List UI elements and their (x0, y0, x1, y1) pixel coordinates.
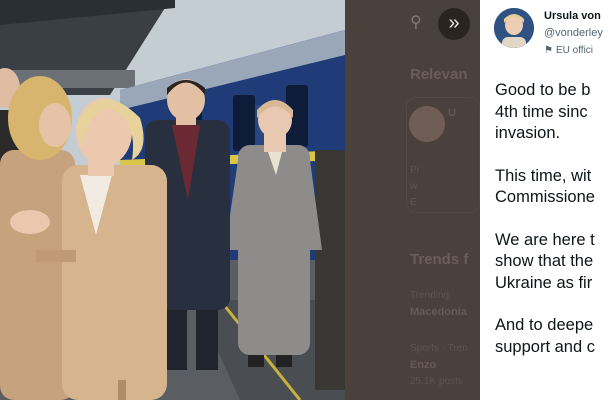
relevant-bio-line: E (410, 197, 417, 208)
trend-post-count: 25.1K posts (410, 376, 463, 387)
trend-name[interactable]: Enzo (410, 359, 436, 371)
tweet-paragraph: We are here t show that the Ukraine as f… (495, 230, 595, 292)
avatar-portrait (494, 8, 534, 48)
photo-scene (0, 0, 345, 400)
tweet-paragraph: This time, wit Commissione (495, 166, 595, 207)
author-handle[interactable]: @vonderley (544, 27, 603, 39)
search-icon: ⚲ (410, 14, 422, 31)
trend-name[interactable]: Macedonia (410, 306, 467, 318)
author-avatar[interactable] (494, 8, 534, 48)
tweet-photo[interactable] (0, 0, 345, 400)
sidebar-dimmed: ⚲ » Relevan U Pr w E Trends f Trending M… (345, 0, 480, 400)
tweet-panel: Ursula von @vonderley ⚑ EU offici Good to… (480, 0, 610, 400)
flag-icon: ⚑ (544, 45, 553, 56)
affiliation-text: EU offici (555, 45, 594, 56)
train-window (233, 95, 255, 151)
trend-context: Sports · Tren (410, 343, 468, 354)
relevant-people-heading: Relevan (410, 66, 468, 83)
trends-heading: Trends f (410, 251, 469, 268)
author-name[interactable]: Ursula von (544, 10, 601, 22)
relevant-user-name[interactable]: U (448, 107, 456, 119)
relevant-bio-line: w (410, 181, 418, 192)
tweet-text: Good to be b 4th time sinc invasion. Thi… (495, 80, 610, 379)
relevant-bio-line: Pr (410, 165, 420, 176)
relevant-avatar[interactable] (409, 106, 445, 142)
expand-arrows-icon[interactable]: » (438, 8, 470, 40)
hand (10, 210, 50, 234)
trend-context: Trending (410, 290, 450, 301)
affiliation-label[interactable]: ⚑ EU offici (544, 45, 593, 56)
tweet-paragraph: Good to be b 4th time sinc invasion. (495, 81, 591, 142)
tweet-paragraph: And to deepe support and c (495, 316, 595, 356)
